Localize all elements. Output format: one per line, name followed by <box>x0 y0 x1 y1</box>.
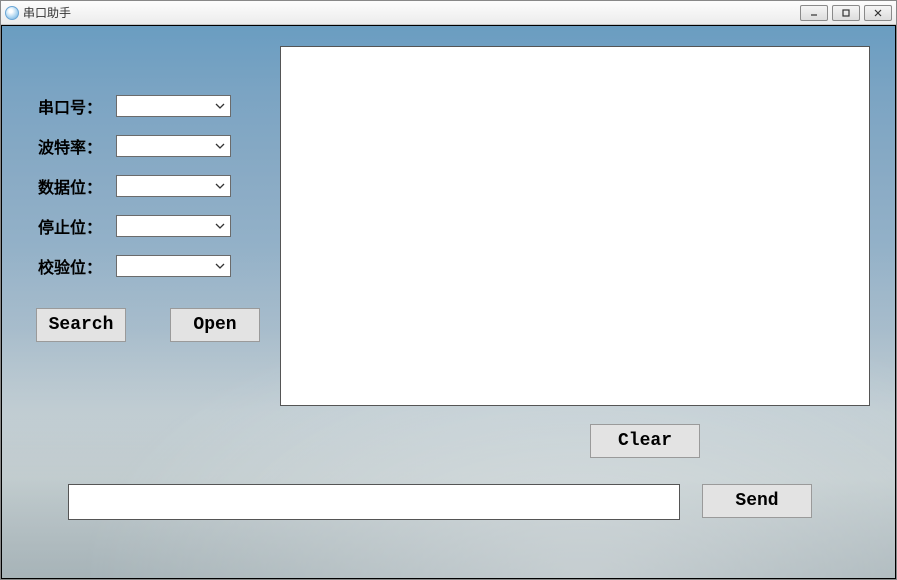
port-combo[interactable] <box>116 95 231 117</box>
search-button[interactable]: Search <box>36 308 126 342</box>
send-button[interactable]: Send <box>702 484 812 518</box>
close-button[interactable] <box>864 5 892 21</box>
baud-label: 波特率： <box>38 134 116 158</box>
app-window: 串口助手 串口号： 波特率： <box>0 0 897 580</box>
maximize-button[interactable] <box>832 5 860 21</box>
search-button-label: Search <box>49 315 114 335</box>
clear-button-label: Clear <box>618 431 672 451</box>
send-input[interactable] <box>68 484 680 520</box>
clear-button[interactable]: Clear <box>590 424 700 458</box>
send-button-label: Send <box>735 491 778 511</box>
titlebar-left: 串口助手 <box>5 4 71 21</box>
chevron-down-icon <box>212 98 228 114</box>
window-controls <box>800 5 892 21</box>
stop-bits-label: 停止位： <box>38 214 116 238</box>
parity-combo[interactable] <box>116 255 231 277</box>
app-icon <box>5 6 19 20</box>
window-title: 串口助手 <box>23 4 71 21</box>
open-button-label: Open <box>193 315 236 335</box>
parity-label: 校验位： <box>38 254 116 278</box>
row-parity: 校验位： <box>38 254 231 278</box>
stop-bits-combo[interactable] <box>116 215 231 237</box>
row-baud: 波特率： <box>38 134 231 158</box>
client-area: 串口号： 波特率： 数据位： <box>1 25 896 579</box>
chevron-down-icon <box>212 138 228 154</box>
data-bits-combo[interactable] <box>116 175 231 197</box>
receive-textarea[interactable] <box>280 46 870 406</box>
chevron-down-icon <box>212 258 228 274</box>
chevron-down-icon <box>212 178 228 194</box>
row-data-bits: 数据位： <box>38 174 231 198</box>
row-stop-bits: 停止位： <box>38 214 231 238</box>
port-label: 串口号： <box>38 94 116 118</box>
titlebar: 串口助手 <box>1 1 896 25</box>
chevron-down-icon <box>212 218 228 234</box>
row-port: 串口号： <box>38 94 231 118</box>
minimize-button[interactable] <box>800 5 828 21</box>
baud-combo[interactable] <box>116 135 231 157</box>
open-button[interactable]: Open <box>170 308 260 342</box>
data-bits-label: 数据位： <box>38 174 116 198</box>
